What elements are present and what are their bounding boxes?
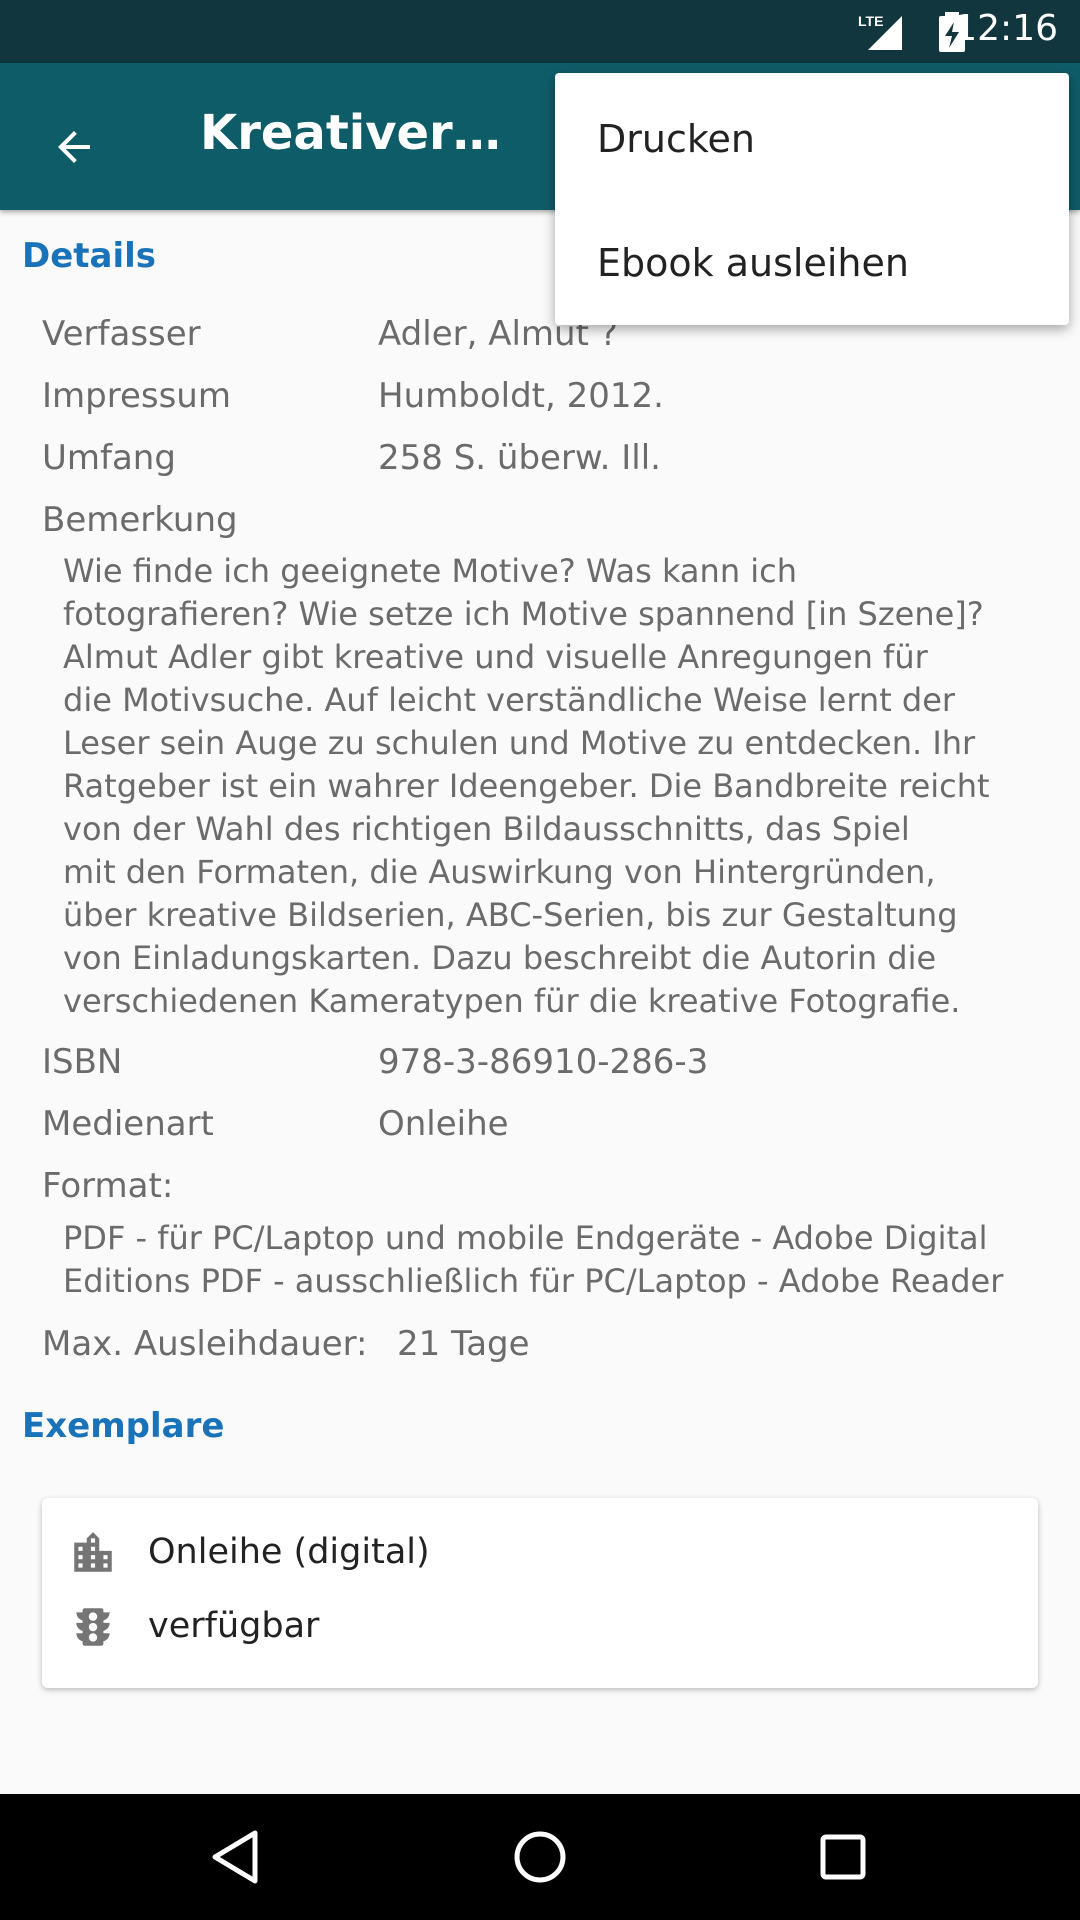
bemerkung-line: fotografieren? Wie setze ich Motive span… xyxy=(63,595,984,633)
svg-text:LTE: LTE xyxy=(858,13,883,29)
bemerkung-line: Ratgeber ist ein wahrer Ideengeber. Die … xyxy=(63,767,990,805)
page-title: Kreativer… xyxy=(200,105,501,161)
bemerkung-line: von Einladungskarten. Dazu beschreibt di… xyxy=(63,939,937,977)
bemerkung-line: Wie finde ich geeignete Motive? Was kann… xyxy=(63,552,798,590)
navigation-bar xyxy=(0,1794,1080,1920)
nav-recents-icon xyxy=(820,1834,866,1880)
nav-back-icon xyxy=(212,1830,258,1884)
format-line: Editions PDF - ausschließlich für PC/Lap… xyxy=(63,1262,1004,1300)
impressum-value: Humboldt, 2012. xyxy=(378,376,664,416)
verfasser-label: Verfasser xyxy=(42,314,201,354)
exemplare-section-title: Exemplare xyxy=(22,1406,225,1446)
arrow-back-icon xyxy=(58,131,90,163)
menu-item-ebook-ausleihen[interactable]: Ebook ausleihen xyxy=(555,201,1069,325)
format-line: PDF - für PC/Laptop und mobile Endgeräte… xyxy=(63,1219,988,1257)
medienart-value: Onleihe xyxy=(378,1104,509,1144)
bemerkung-line: die Motivsuche. Auf leicht verständliche… xyxy=(63,681,956,719)
details-section-title: Details xyxy=(22,236,157,276)
format-label: Format: xyxy=(42,1166,174,1206)
status-bar: LTE 12:16 xyxy=(0,0,1080,63)
exemplar-status: verfügbar xyxy=(148,1606,320,1646)
exemplar-card[interactable]: Onleihe (digital) verfügbar xyxy=(42,1498,1038,1688)
ausleihdauer-label: Max. Ausleihdauer: xyxy=(42,1324,368,1364)
isbn-label: ISBN xyxy=(42,1042,123,1082)
lte-signal-icon: LTE xyxy=(858,13,902,50)
umfang-value: 258 S. überw. Ill. xyxy=(378,438,661,478)
nav-recents-button[interactable] xyxy=(808,1824,878,1890)
exemplar-location: Onleihe (digital) xyxy=(148,1532,430,1572)
bemerkung-text: Wie finde ich geeignete Motive? Was kann… xyxy=(63,550,1043,1023)
bemerkung-line: von der Wahl des richtigen Bildausschnit… xyxy=(63,810,910,848)
ausleihdauer-value: 21 Tage xyxy=(397,1324,530,1364)
menu-item-label: Ebook ausleihen xyxy=(597,241,909,285)
building-icon xyxy=(74,1532,112,1572)
bemerkung-line: Almut Adler gibt kreative und visuelle A… xyxy=(63,638,928,676)
overflow-menu: Drucken Ebook ausleihen xyxy=(555,73,1069,325)
bemerkung-line: verschiedenen Kameratypen für die kreati… xyxy=(63,982,961,1020)
bemerkung-line: über kreative Bildserien, ABC-Serien, bi… xyxy=(63,896,958,934)
nav-back-button[interactable] xyxy=(200,1824,270,1890)
format-text: PDF - für PC/Laptop und mobile Endgeräte… xyxy=(63,1217,1043,1303)
isbn-value: 978-3-86910-286-3 xyxy=(378,1042,709,1082)
nav-home-button[interactable] xyxy=(505,1824,575,1890)
impressum-label: Impressum xyxy=(42,376,231,416)
menu-item-drucken[interactable]: Drucken xyxy=(555,77,1069,201)
medienart-label: Medienart xyxy=(42,1104,214,1144)
umfang-label: Umfang xyxy=(42,438,176,478)
status-time: 12:16 xyxy=(954,8,1058,49)
bemerkung-line: mit den Formaten, die Auswirkung von Hin… xyxy=(63,853,936,891)
bemerkung-label: Bemerkung xyxy=(42,500,238,540)
traffic-light-icon xyxy=(76,1608,110,1646)
bemerkung-line: Leser sein Auge zu schulen und Motive zu… xyxy=(63,724,976,762)
menu-item-label: Drucken xyxy=(597,117,755,161)
nav-home-icon xyxy=(514,1831,566,1883)
back-button[interactable] xyxy=(30,103,118,191)
